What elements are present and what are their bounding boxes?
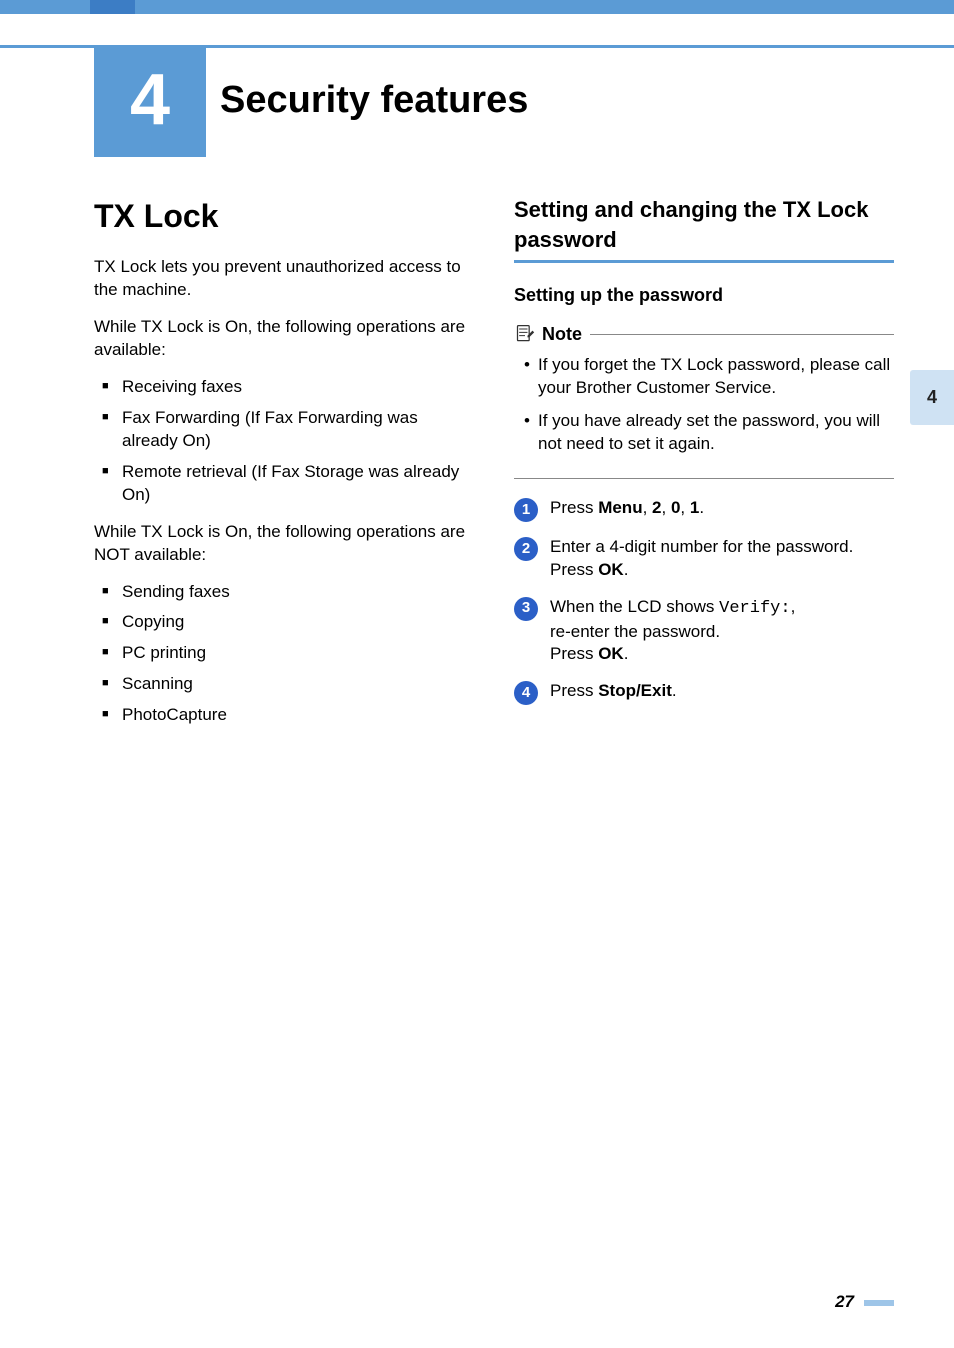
note-header-row: Note (514, 322, 894, 348)
text-line: Press OK. (550, 643, 894, 666)
text: , (643, 498, 652, 517)
text: Press (550, 644, 598, 663)
chapter-number-box: 4 (94, 45, 206, 157)
note-body: If you forget the TX Lock password, plea… (514, 348, 894, 479)
bold-text: Stop/Exit (598, 681, 672, 700)
side-tab: 4 (910, 370, 954, 425)
bold-text: OK (598, 644, 624, 663)
page-number-value: 27 (835, 1291, 854, 1314)
page-number: 27 (835, 1291, 894, 1314)
text-line: Press OK. (550, 559, 894, 582)
subsection-heading: Setting and changing the TX Lock passwor… (514, 195, 894, 254)
list-item: PC printing (94, 642, 474, 665)
bold-text: 2 (652, 498, 661, 517)
step-badge-4: 4 (514, 681, 538, 705)
list-item: Sending faxes (94, 581, 474, 604)
text: re-enter the password. (550, 621, 894, 644)
step-text: When the LCD shows Verify:, re-enter the… (550, 596, 894, 667)
step-text: Enter a 4-digit number for the password.… (550, 536, 894, 582)
text: , (662, 498, 671, 517)
step-badge-2: 2 (514, 537, 538, 561)
bold-text: OK (598, 560, 624, 579)
text: , (791, 597, 796, 616)
not-available-intro: While TX Lock is On, the following opera… (94, 521, 474, 567)
not-available-list: Sending faxes Copying PC printing Scanni… (94, 581, 474, 728)
bold-text: 1 (690, 498, 699, 517)
text: . (624, 644, 629, 663)
list-item: PhotoCapture (94, 704, 474, 727)
text: . (672, 681, 677, 700)
code-text: Verify: (719, 599, 790, 618)
bold-text: 0 (671, 498, 680, 517)
text: Press (550, 681, 598, 700)
step-text: Press Menu, 2, 0, 1. (550, 497, 894, 520)
step-badge-1: 1 (514, 498, 538, 522)
note-item: If you have already set the password, yo… (514, 410, 894, 456)
chapter-number: 4 (130, 52, 170, 149)
note-label: Note (542, 322, 582, 346)
section-heading: TX Lock (94, 195, 474, 238)
list-item: Scanning (94, 673, 474, 696)
step-2: 2 Enter a 4-digit number for the passwor… (514, 536, 894, 582)
text: . (624, 560, 629, 579)
text-line: When the LCD shows Verify:, (550, 596, 894, 621)
sub-heading: Setting up the password (514, 283, 894, 307)
top-strip (0, 0, 954, 14)
list-item: Remote retrieval (If Fax Storage was alr… (94, 461, 474, 507)
step-1: 1 Press Menu, 2, 0, 1. (514, 497, 894, 522)
step-3: 3 When the LCD shows Verify:, re-enter t… (514, 596, 894, 667)
note-list: If you forget the TX Lock password, plea… (514, 354, 894, 456)
right-column: Setting and changing the TX Lock passwor… (514, 195, 894, 741)
intro-paragraph: TX Lock lets you prevent unauthorized ac… (94, 256, 474, 302)
list-item: Receiving faxes (94, 376, 474, 399)
heading-rule (514, 260, 894, 263)
note-header: Note (514, 322, 582, 346)
available-list: Receiving faxes Fax Forwarding (If Fax F… (94, 376, 474, 507)
step-4: 4 Press Stop/Exit. (514, 680, 894, 705)
text: When the LCD shows (550, 597, 719, 616)
note-top-rule (590, 334, 894, 335)
text: Press (550, 498, 598, 517)
left-column: TX Lock TX Lock lets you prevent unautho… (94, 195, 474, 741)
step-badge-3: 3 (514, 597, 538, 621)
text: Press (550, 560, 598, 579)
available-intro: While TX Lock is On, the following opera… (94, 316, 474, 362)
note-icon (514, 324, 536, 344)
list-item: Fax Forwarding (If Fax Forwarding was al… (94, 407, 474, 453)
text: Enter a 4-digit number for the password. (550, 536, 894, 559)
step-text: Press Stop/Exit. (550, 680, 894, 703)
list-item: Copying (94, 611, 474, 634)
note-item: If you forget the TX Lock password, plea… (514, 354, 894, 400)
text: . (699, 498, 704, 517)
side-tab-label: 4 (927, 385, 937, 409)
content-area: TX Lock TX Lock lets you prevent unautho… (94, 195, 894, 741)
page-number-bar (864, 1300, 894, 1306)
top-strip-accent (90, 0, 135, 14)
bold-text: Menu (598, 498, 642, 517)
text: , (680, 498, 689, 517)
chapter-title: Security features (220, 75, 528, 126)
